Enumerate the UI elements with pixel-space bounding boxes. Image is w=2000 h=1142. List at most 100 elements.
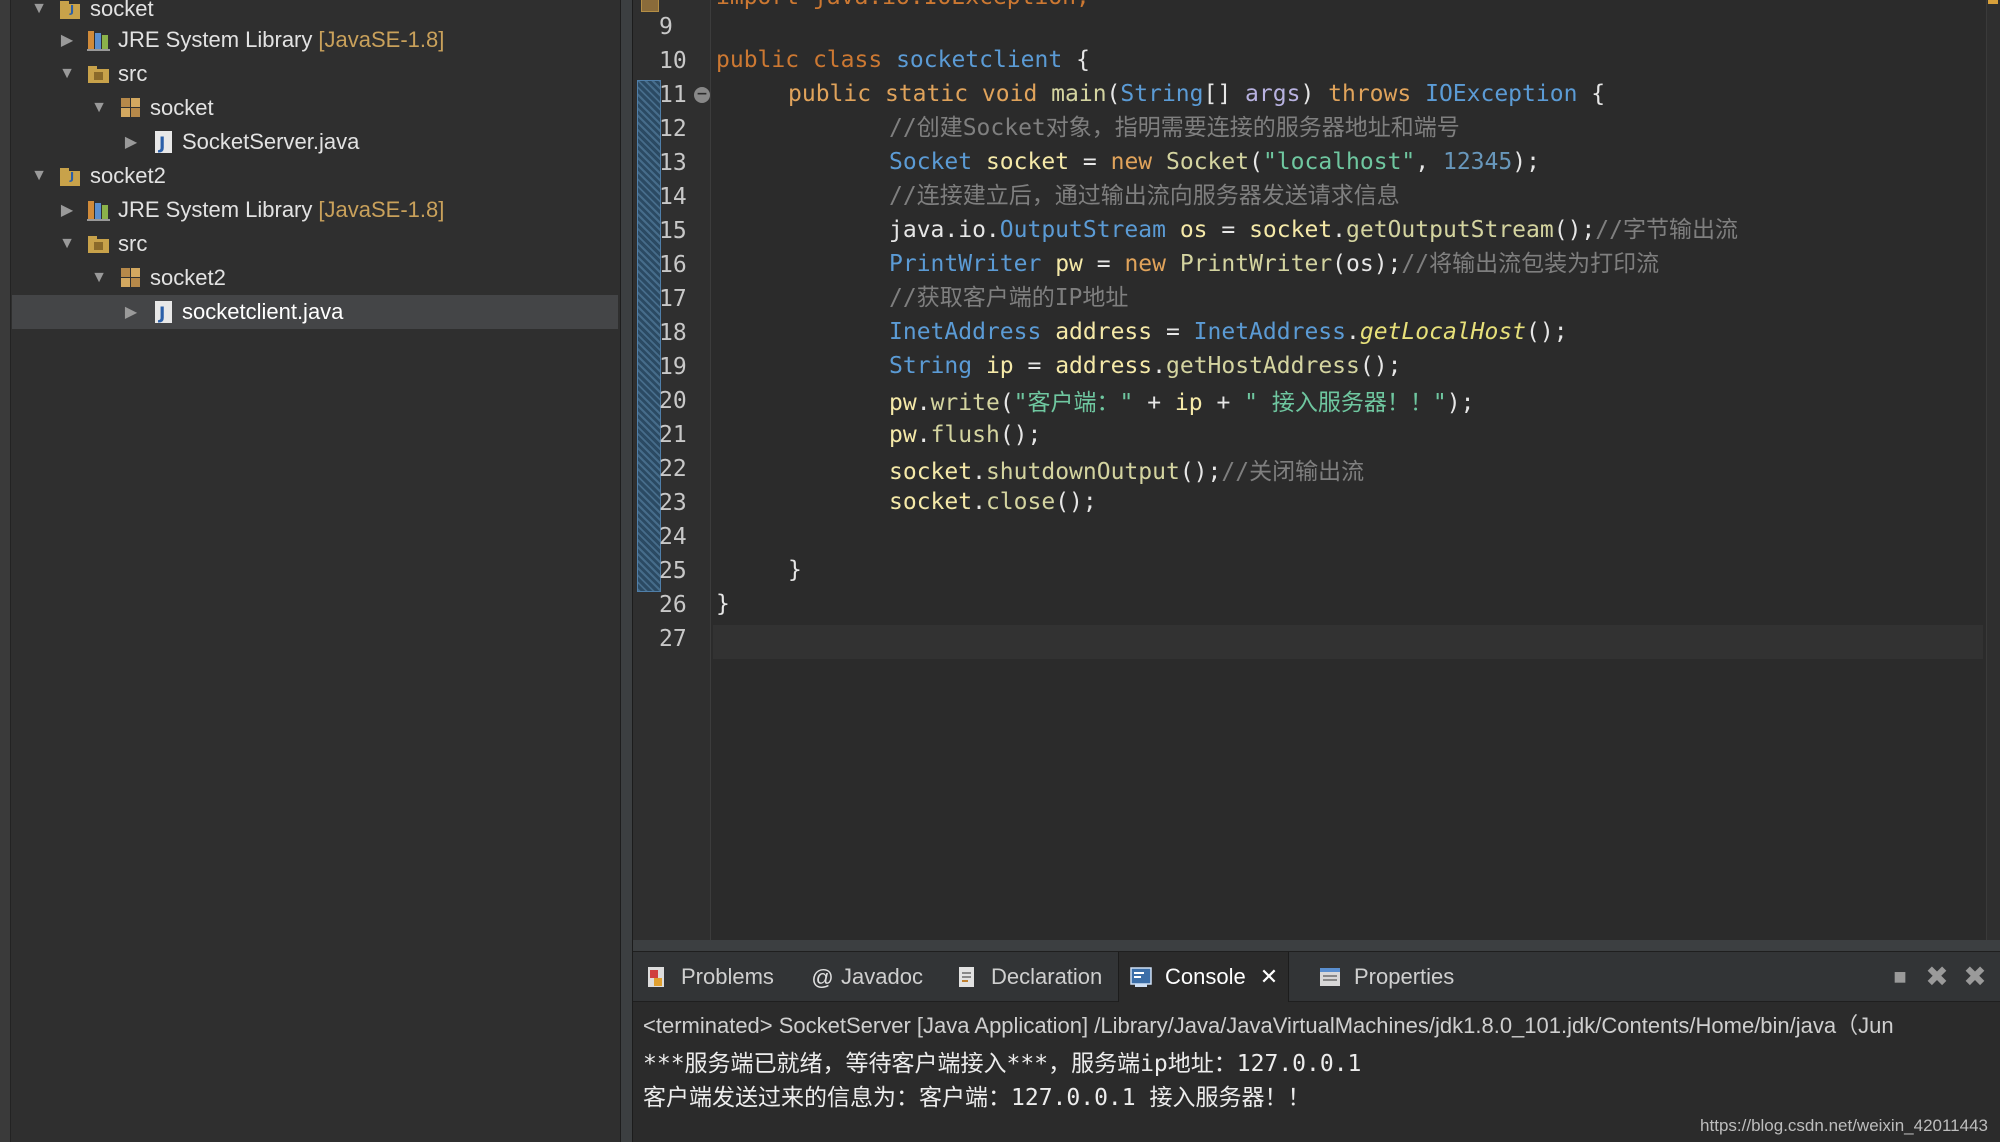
punct: (os); [1332,251,1402,277]
line-number: 17 [659,286,687,312]
tree-item-package-socket2[interactable]: ▼ socket2 [12,261,618,295]
svg-text:J: J [69,170,74,183]
tab-declaration[interactable]: Declaration [945,952,1112,1002]
type: InetAddress [889,319,1042,345]
punct: ( [999,390,1014,416]
close-icon[interactable]: ✕ [1260,964,1278,990]
variable: pw [1055,251,1083,277]
remove-all-terminated-icon[interactable]: ✖ [1962,963,1988,991]
collapsed-arrow-icon[interactable]: ▶ [58,201,76,219]
punct: (); [1359,353,1402,379]
string-literal: "客户端：" [1013,390,1134,416]
method-name: flush [930,422,1000,448]
library-icon [86,27,112,53]
tab-javadoc[interactable]: @ Javadoc [801,952,933,1002]
console-panel: Problems @ Javadoc Declaration Console ✕… [633,940,2000,1142]
code-line-23: socket.close(); [889,487,1097,517]
stop-icon[interactable]: ■ [1887,964,1913,990]
expanded-arrow-icon[interactable]: ▼ [30,0,48,18]
punct: . [972,489,986,515]
console-output-line: ***服务端已就绪，等待客户端接入***，服务端ip地址：127.0.0.1 [643,1051,1362,1077]
explorer-left-edge [0,0,11,1142]
source-folder-icon [86,61,112,87]
editor-scrollbar[interactable] [1986,0,2000,940]
type: InetAddress [1193,319,1346,345]
tree-item-jre-library[interactable]: ▶ JRE System Library [JavaSE-1.8] [12,193,618,227]
method-name: PrintWriter [1179,251,1333,277]
tree-item-src[interactable]: ▼ src [12,57,618,91]
variable: pw [889,390,917,416]
collapsed-arrow-icon[interactable]: ▶ [122,133,140,151]
method-name: main [1051,81,1107,107]
type: String [889,353,973,379]
string-literal: " 接入服务器！！" [1244,390,1447,416]
package-icon [118,95,144,121]
tree-item-socketserver-java[interactable]: ▶ J SocketServer.java [12,125,618,159]
collapsed-arrow-icon[interactable]: ▶ [58,31,76,49]
tree-item-label: socket [150,95,214,120]
current-line-highlight [713,625,1983,659]
expanded-arrow-icon[interactable]: ▼ [90,99,108,117]
punct: ) [1300,81,1329,107]
collapsed-arrow-icon[interactable]: ▶ [122,303,140,321]
explorer-sash[interactable] [621,0,633,1142]
code-line-13: Socket socket = new Socket("localhost", … [889,147,1540,177]
java-project-icon: J [58,163,84,189]
code-line-16: PrintWriter pw = new PrintWriter(os);//将… [889,249,1659,279]
editor-ruler: − 9 10 11 12 13 14 15 16 17 18 19 20 21 … [633,0,711,940]
line-number: 16 [659,252,687,278]
javadoc-icon: @ [811,965,834,990]
tree-item-label: socket2 [90,163,166,188]
tab-label: Javadoc [841,964,923,989]
panel-sash[interactable] [633,940,2000,952]
tree-item-socketclient-java[interactable]: ▶ J socketclient.java [12,295,618,329]
variable: address [1055,353,1153,379]
tree-item-package-socket[interactable]: ▼ socket [12,91,618,125]
line-number: 26 [659,592,687,618]
comment: //将输出流包装为打印流 [1401,251,1660,277]
keyword: new [1110,149,1153,175]
punct: = [1207,217,1250,243]
expanded-arrow-icon[interactable]: ▼ [30,167,48,185]
tree-item-project-socket2[interactable]: ▼ J socket2 [12,159,618,193]
method-name: close [985,489,1056,515]
punct: . [916,422,931,448]
remove-launch-icon[interactable]: ✖ [1924,963,1950,991]
code-line-25: } [788,557,802,583]
comment: //关闭输出流 [1221,459,1365,485]
variable: os [1179,217,1208,243]
punct: (); [1055,489,1097,515]
code-line-15: java.io.OutputStream os = socket.getOutp… [889,215,1738,245]
type: OutputStream [999,217,1166,243]
code-line-26: } [716,591,730,617]
tab-console[interactable]: Console ✕ [1118,952,1290,1002]
punct: , [1415,149,1443,175]
code-line-12: //创建Socket对象，指明需要连接的服务器地址和端号 [889,115,1460,141]
keyword: throws [1328,81,1412,107]
punct: . [972,459,986,485]
code-line-10: public class socketclient { [716,45,1090,75]
problems-icon [645,965,669,989]
method-name: getOutputStream [1346,217,1554,243]
tab-label: Console [1165,964,1246,989]
tab-properties[interactable]: Properties [1308,952,1464,1002]
method-name: write [930,390,1000,416]
expanded-arrow-icon[interactable]: ▼ [58,235,76,253]
line-number: 10 [659,48,687,74]
variable: socket [985,149,1070,175]
tree-item-src[interactable]: ▼ src [12,227,618,261]
tree-item-jre-library[interactable]: ▶ JRE System Library [JavaSE-1.8] [12,23,618,57]
code-line-21: pw.flush(); [889,420,1041,450]
line-number: 21 [659,422,687,448]
type: PrintWriter [889,251,1042,277]
expanded-arrow-icon[interactable]: ▼ [58,65,76,83]
brace: { [1076,47,1090,73]
method-name: Socket [1166,149,1250,175]
method-name: getHostAddress [1166,353,1360,379]
svg-text:J: J [158,304,165,324]
code-editor[interactable]: − 9 10 11 12 13 14 15 16 17 18 19 20 21 … [633,0,2000,940]
quick-diff-change-bar [637,80,661,592]
tab-problems[interactable]: Problems [635,952,784,1002]
keyword: class [812,47,883,73]
expanded-arrow-icon[interactable]: ▼ [90,269,108,287]
